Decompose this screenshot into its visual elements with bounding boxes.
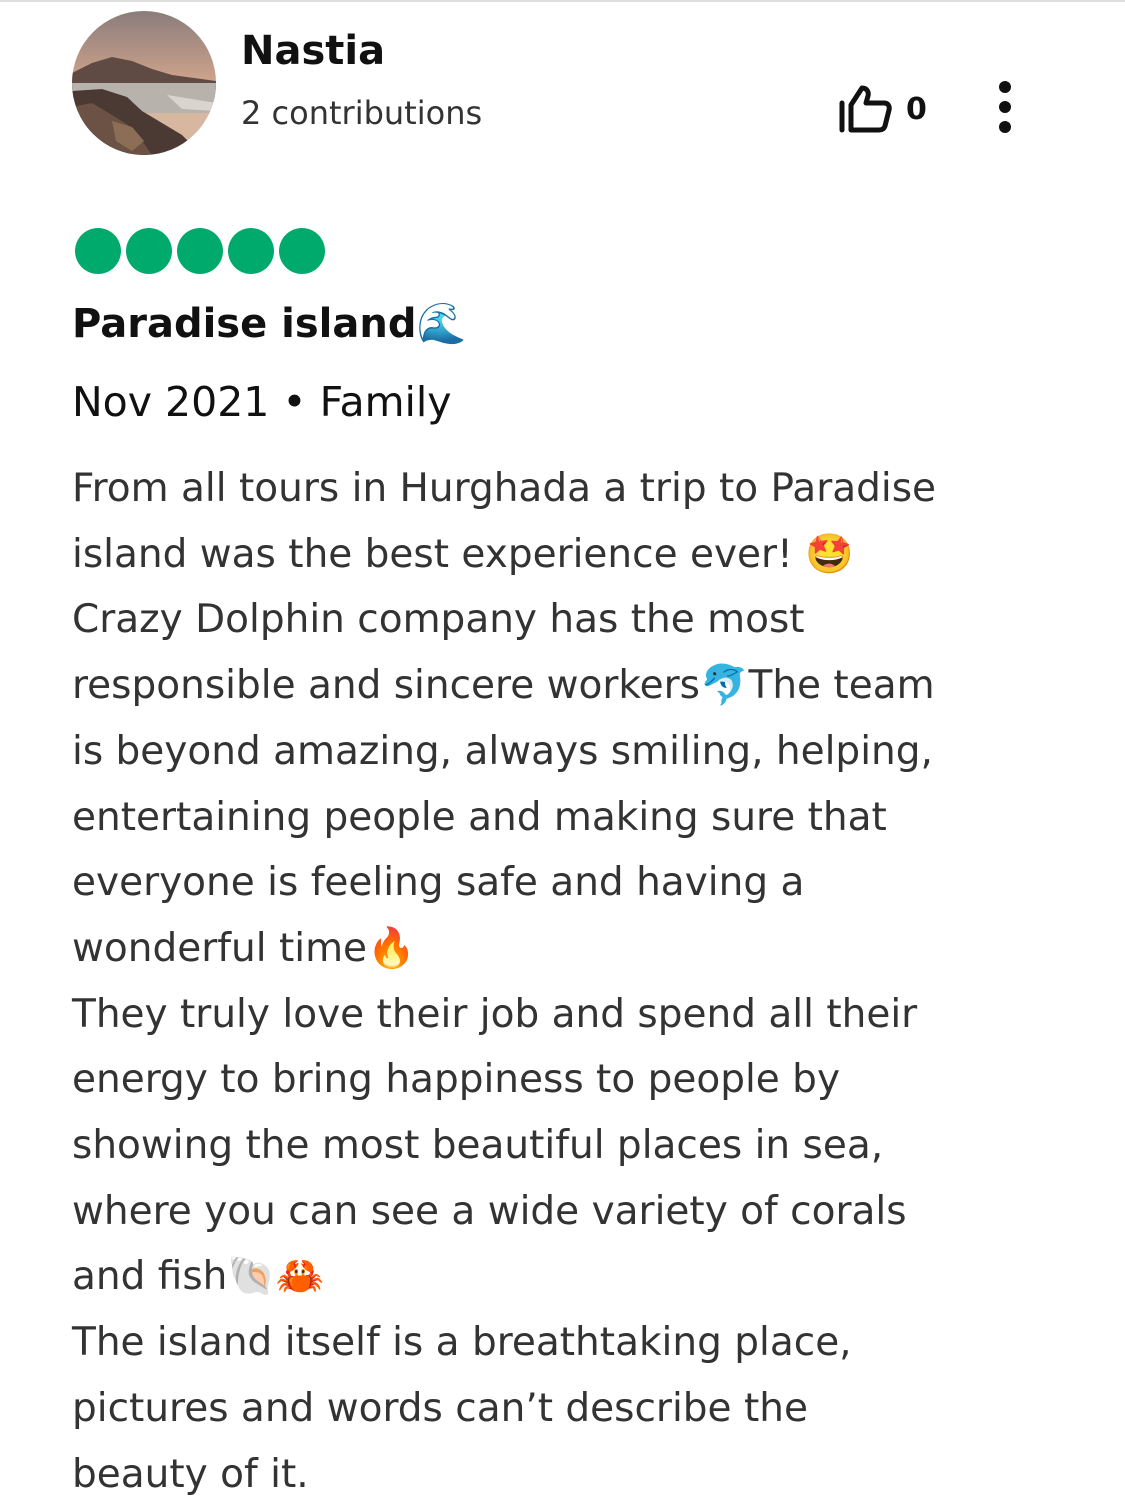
review-body-line: From all tours in Hurghada a trip to Par… — [72, 466, 937, 511]
review-body-line: They truly love their job and spend all … — [72, 991, 918, 1037]
rating-bubble — [177, 228, 223, 274]
review-body-line: entertaining people and making sure that — [72, 794, 887, 840]
rating-bubble — [279, 228, 325, 274]
landscape-photo-avatar — [72, 11, 216, 155]
reviewer-contributions: 2 contributions — [241, 94, 483, 132]
reviewer-avatar[interactable] — [72, 11, 216, 155]
rating-bubble — [75, 228, 121, 274]
review-body-line: responsible and sincere workers🐬The team — [72, 663, 935, 709]
top-divider — [0, 0, 1125, 2]
more-options-button[interactable] — [985, 78, 1025, 138]
rating-bubble — [126, 228, 172, 274]
review-body-line: The island itself is a breathtaking plac… — [72, 1320, 852, 1366]
reviewer-name[interactable]: Nastia — [241, 28, 385, 74]
review-body-line: and fish🐚🦀 — [72, 1254, 325, 1300]
thumbs-up-icon — [838, 85, 892, 133]
vertical-ellipsis-icon — [985, 78, 1025, 138]
review-date-and-trip-type: Nov 2021 • Family — [72, 378, 452, 426]
review-body: From all tours in Hurghada a trip to Par… — [72, 456, 1062, 1507]
helpful-count: 0 — [906, 91, 927, 127]
helpful-vote-button[interactable]: 0 — [838, 82, 927, 136]
review-body-line: everyone is feeling safe and having a — [72, 860, 805, 906]
review-body-line: Crazy Dolphin company has the most — [72, 597, 805, 643]
review-body-line: pictures and words can’t describe the — [72, 1385, 808, 1431]
rating-bubble — [228, 228, 274, 274]
review-title: Paradise island🌊 — [72, 301, 467, 347]
review-body-line: is beyond amazing, always smiling, helpi… — [72, 728, 933, 774]
review-body-line: island was the best experience ever! 🤩 — [72, 531, 854, 577]
review-body-line: showing the most beautiful places in sea… — [72, 1123, 884, 1169]
review-body-line: energy to bring happiness to people by — [72, 1057, 841, 1103]
review-body-line: beauty of it. — [72, 1451, 309, 1497]
review-body-line: wonderful time🔥 — [72, 925, 416, 971]
bubble-rating — [75, 228, 325, 274]
review-body-line: where you can see a wide variety of cora… — [72, 1188, 907, 1234]
